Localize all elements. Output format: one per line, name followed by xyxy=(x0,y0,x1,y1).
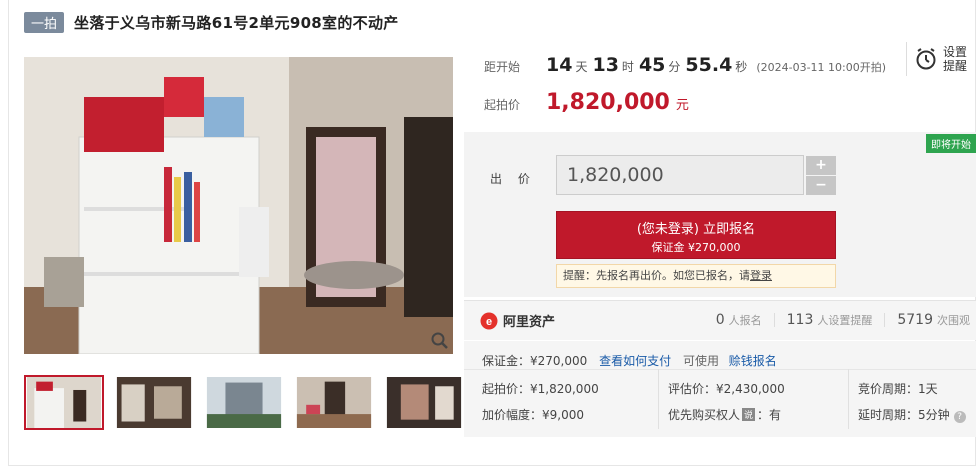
thumbnail-image xyxy=(116,377,192,428)
auction-round-tag: 一拍 xyxy=(24,12,65,33)
thumbnail-4[interactable] xyxy=(294,375,374,430)
ali-assets-logo-icon: e xyxy=(480,312,498,329)
info-badge-icon[interactable]: 说 xyxy=(742,408,756,421)
divider xyxy=(884,313,886,327)
deposit-row: 保证金：¥270,000 查看如何支付 可使用 赊钱报名 xyxy=(482,352,777,369)
divider xyxy=(848,369,849,429)
signup-count: 0 xyxy=(715,312,725,328)
decrease-bid-button[interactable]: − xyxy=(806,176,836,195)
signup-button[interactable]: (您未登录) 立即报名 保证金 ¥270,000 xyxy=(556,211,836,259)
countdown: 距开始 14 天 13 时 45 分 55.4 秒 (2024-03-11 10… xyxy=(484,54,886,76)
auction-panel: 一拍 坐落于义乌市新马路61号2单元908室的不动产 距开始 14 天 13 时… xyxy=(8,0,976,466)
start-price-unit: 元 xyxy=(675,98,689,113)
bid-amount-input[interactable]: 1,820,000 xyxy=(556,155,804,195)
main-photo[interactable] xyxy=(24,57,453,354)
thumbnail-image xyxy=(206,377,282,428)
extension-value: 延时周期：5分钟 xyxy=(858,408,950,422)
login-link[interactable]: 登录 xyxy=(750,269,772,282)
countdown-seconds: 55.4 xyxy=(685,54,733,76)
thumbnail-image xyxy=(26,377,102,428)
divider xyxy=(464,369,976,370)
credit-signup-link[interactable]: 赊钱报名 xyxy=(729,354,777,368)
view-count-label: 次围观 xyxy=(937,314,970,327)
platform-name: 阿里资产 xyxy=(503,315,556,330)
platform-bar: e 阿里资产 0 人报名 113 人设置提醒 5719 次围观 xyxy=(464,300,976,340)
title-row: 一拍 坐落于义乌市新马路61号2单元908室的不动产 xyxy=(24,12,399,33)
room-photo xyxy=(24,57,453,354)
minutes-unit: 分 xyxy=(668,60,681,74)
bid-label: 出 价 xyxy=(490,172,536,186)
start-time-note: (2024-03-11 10:00开拍) xyxy=(756,61,887,74)
signup-count-label: 人报名 xyxy=(728,314,762,327)
bid-increment: 加价幅度：¥9,000 xyxy=(482,408,584,422)
divider xyxy=(773,313,775,327)
thumbnail-image xyxy=(386,377,462,428)
increase-bid-button[interactable]: + xyxy=(806,156,836,175)
countdown-days: 14 xyxy=(546,54,573,76)
auction-stats: 0 人报名 113 人设置提醒 5719 次围观 xyxy=(716,312,970,328)
platform-logo[interactable]: e 阿里资产 xyxy=(480,311,555,330)
thumbnail-5[interactable] xyxy=(384,375,464,430)
start-price-label: 起拍价 xyxy=(484,98,521,112)
thumbnail-image xyxy=(296,377,372,428)
bid-cycle: 竞价周期：1天 xyxy=(858,382,938,396)
reminder-line2: 提醒 xyxy=(943,59,968,73)
view-count: 5719 xyxy=(897,312,933,328)
reminder-count-label: 人设置提醒 xyxy=(817,314,873,327)
signup-deposit: 保证金 ¥270,000 xyxy=(651,241,741,254)
status-badge: 即将开始 xyxy=(926,134,976,153)
help-icon[interactable]: ? xyxy=(953,411,966,423)
tip-text: 提醒：先报名再出价。如您已报名，请 xyxy=(563,269,750,282)
page-title: 坐落于义乌市新马路61号2单元908室的不动产 xyxy=(74,14,399,32)
thumbnail-2[interactable] xyxy=(114,375,194,430)
login-tip: 提醒：先报名再出价。如您已报名，请登录 xyxy=(556,264,836,288)
alarm-clock-icon xyxy=(916,48,936,70)
svg-text:e: e xyxy=(486,316,492,328)
deposit-value: 保证金：¥270,000 xyxy=(482,354,588,368)
thumbnail-strip xyxy=(24,375,474,430)
set-reminder-button[interactable]: 设置 提醒 xyxy=(906,42,967,76)
signup-label: (您未登录) 立即报名 xyxy=(636,222,756,237)
start-price-value: 1,820,000 xyxy=(546,90,670,115)
extension-cycle: 延时周期：5分钟? xyxy=(858,406,966,423)
priority-label: 优先购买权人 xyxy=(668,408,741,422)
start-price-row: 起拍价 1,820,000 元 xyxy=(484,90,689,115)
hours-unit: 时 xyxy=(621,60,634,74)
reminder-count: 113 xyxy=(786,312,814,328)
days-unit: 天 xyxy=(575,60,588,74)
countdown-minutes: 45 xyxy=(638,54,666,76)
reminder-label: 设置 提醒 xyxy=(943,45,967,73)
priority-value: ：有 xyxy=(757,408,782,422)
thumbnail-3[interactable] xyxy=(204,375,284,430)
usable-label: 可使用 xyxy=(682,354,719,368)
auction-details: 保证金：¥270,000 查看如何支付 可使用 赊钱报名 起拍价：¥1,820,… xyxy=(464,341,976,437)
countdown-label: 距开始 xyxy=(484,60,521,74)
countdown-hours: 13 xyxy=(592,54,619,76)
seconds-unit: 秒 xyxy=(735,60,748,74)
zoom-icon[interactable] xyxy=(430,331,450,351)
bid-panel: 即将开始 出 价 1,820,000 + − (您未登录) 立即报名 保证金 ¥… xyxy=(464,132,976,297)
start-price-detail: 起拍价：¥1,820,000 xyxy=(482,382,599,396)
priority-buyer: 优先购买权人说：有 xyxy=(668,406,781,423)
how-to-pay-link[interactable]: 查看如何支付 xyxy=(599,354,671,368)
reminder-line1: 设置 xyxy=(943,45,968,59)
appraisal-price: 评估价：¥2,430,000 xyxy=(668,382,785,396)
thumbnail-1[interactable] xyxy=(24,375,104,430)
divider xyxy=(658,369,659,429)
